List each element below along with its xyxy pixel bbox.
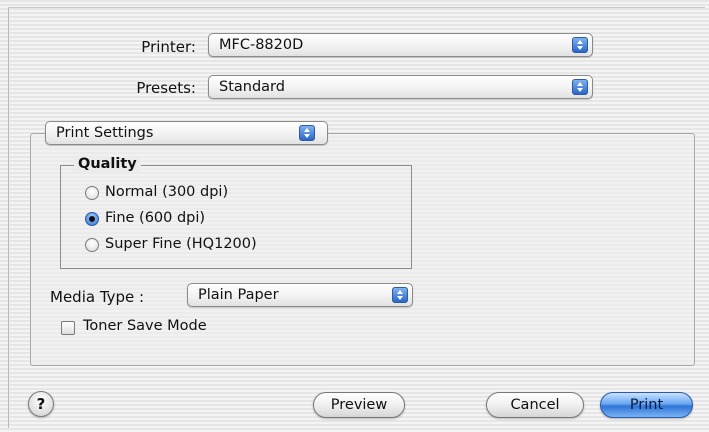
popup-arrows-icon xyxy=(299,125,315,141)
print-button[interactable]: Print xyxy=(600,392,693,418)
printer-label: Printer: xyxy=(141,38,196,56)
popup-arrows-icon xyxy=(572,79,588,95)
popup-arrows-icon xyxy=(392,287,408,303)
radio-button[interactable] xyxy=(85,238,99,252)
presets-popup[interactable]: Standard xyxy=(208,75,593,99)
toner-save-checkbox[interactable] xyxy=(61,321,75,335)
preview-button[interactable]: Preview xyxy=(313,392,405,418)
quality-option-label: Super Fine (HQ1200) xyxy=(105,236,257,252)
quality-option-label: Fine (600 dpi) xyxy=(105,210,206,226)
presets-label: Presets: xyxy=(136,79,196,97)
quality-title: Quality xyxy=(74,156,141,172)
popup-arrows-icon xyxy=(572,37,588,53)
panel-menu-popup[interactable]: Print Settings xyxy=(45,121,328,145)
printer-value: MFC-8820D xyxy=(219,37,304,53)
media-type-value: Plain Paper xyxy=(198,287,279,303)
presets-value: Standard xyxy=(219,79,285,95)
radio-button[interactable] xyxy=(85,186,99,200)
radio-button-selected[interactable] xyxy=(85,212,99,226)
media-type-label: Media Type : xyxy=(50,288,145,306)
toner-save-label[interactable]: Toner Save Mode xyxy=(83,318,207,334)
help-button[interactable]: ? xyxy=(28,391,54,417)
media-type-popup[interactable]: Plain Paper xyxy=(187,283,413,307)
printer-popup[interactable]: MFC-8820D xyxy=(208,33,593,57)
quality-option-label: Normal (300 dpi) xyxy=(105,184,229,200)
cancel-button[interactable]: Cancel xyxy=(486,392,584,418)
panel-menu-value: Print Settings xyxy=(56,125,154,141)
